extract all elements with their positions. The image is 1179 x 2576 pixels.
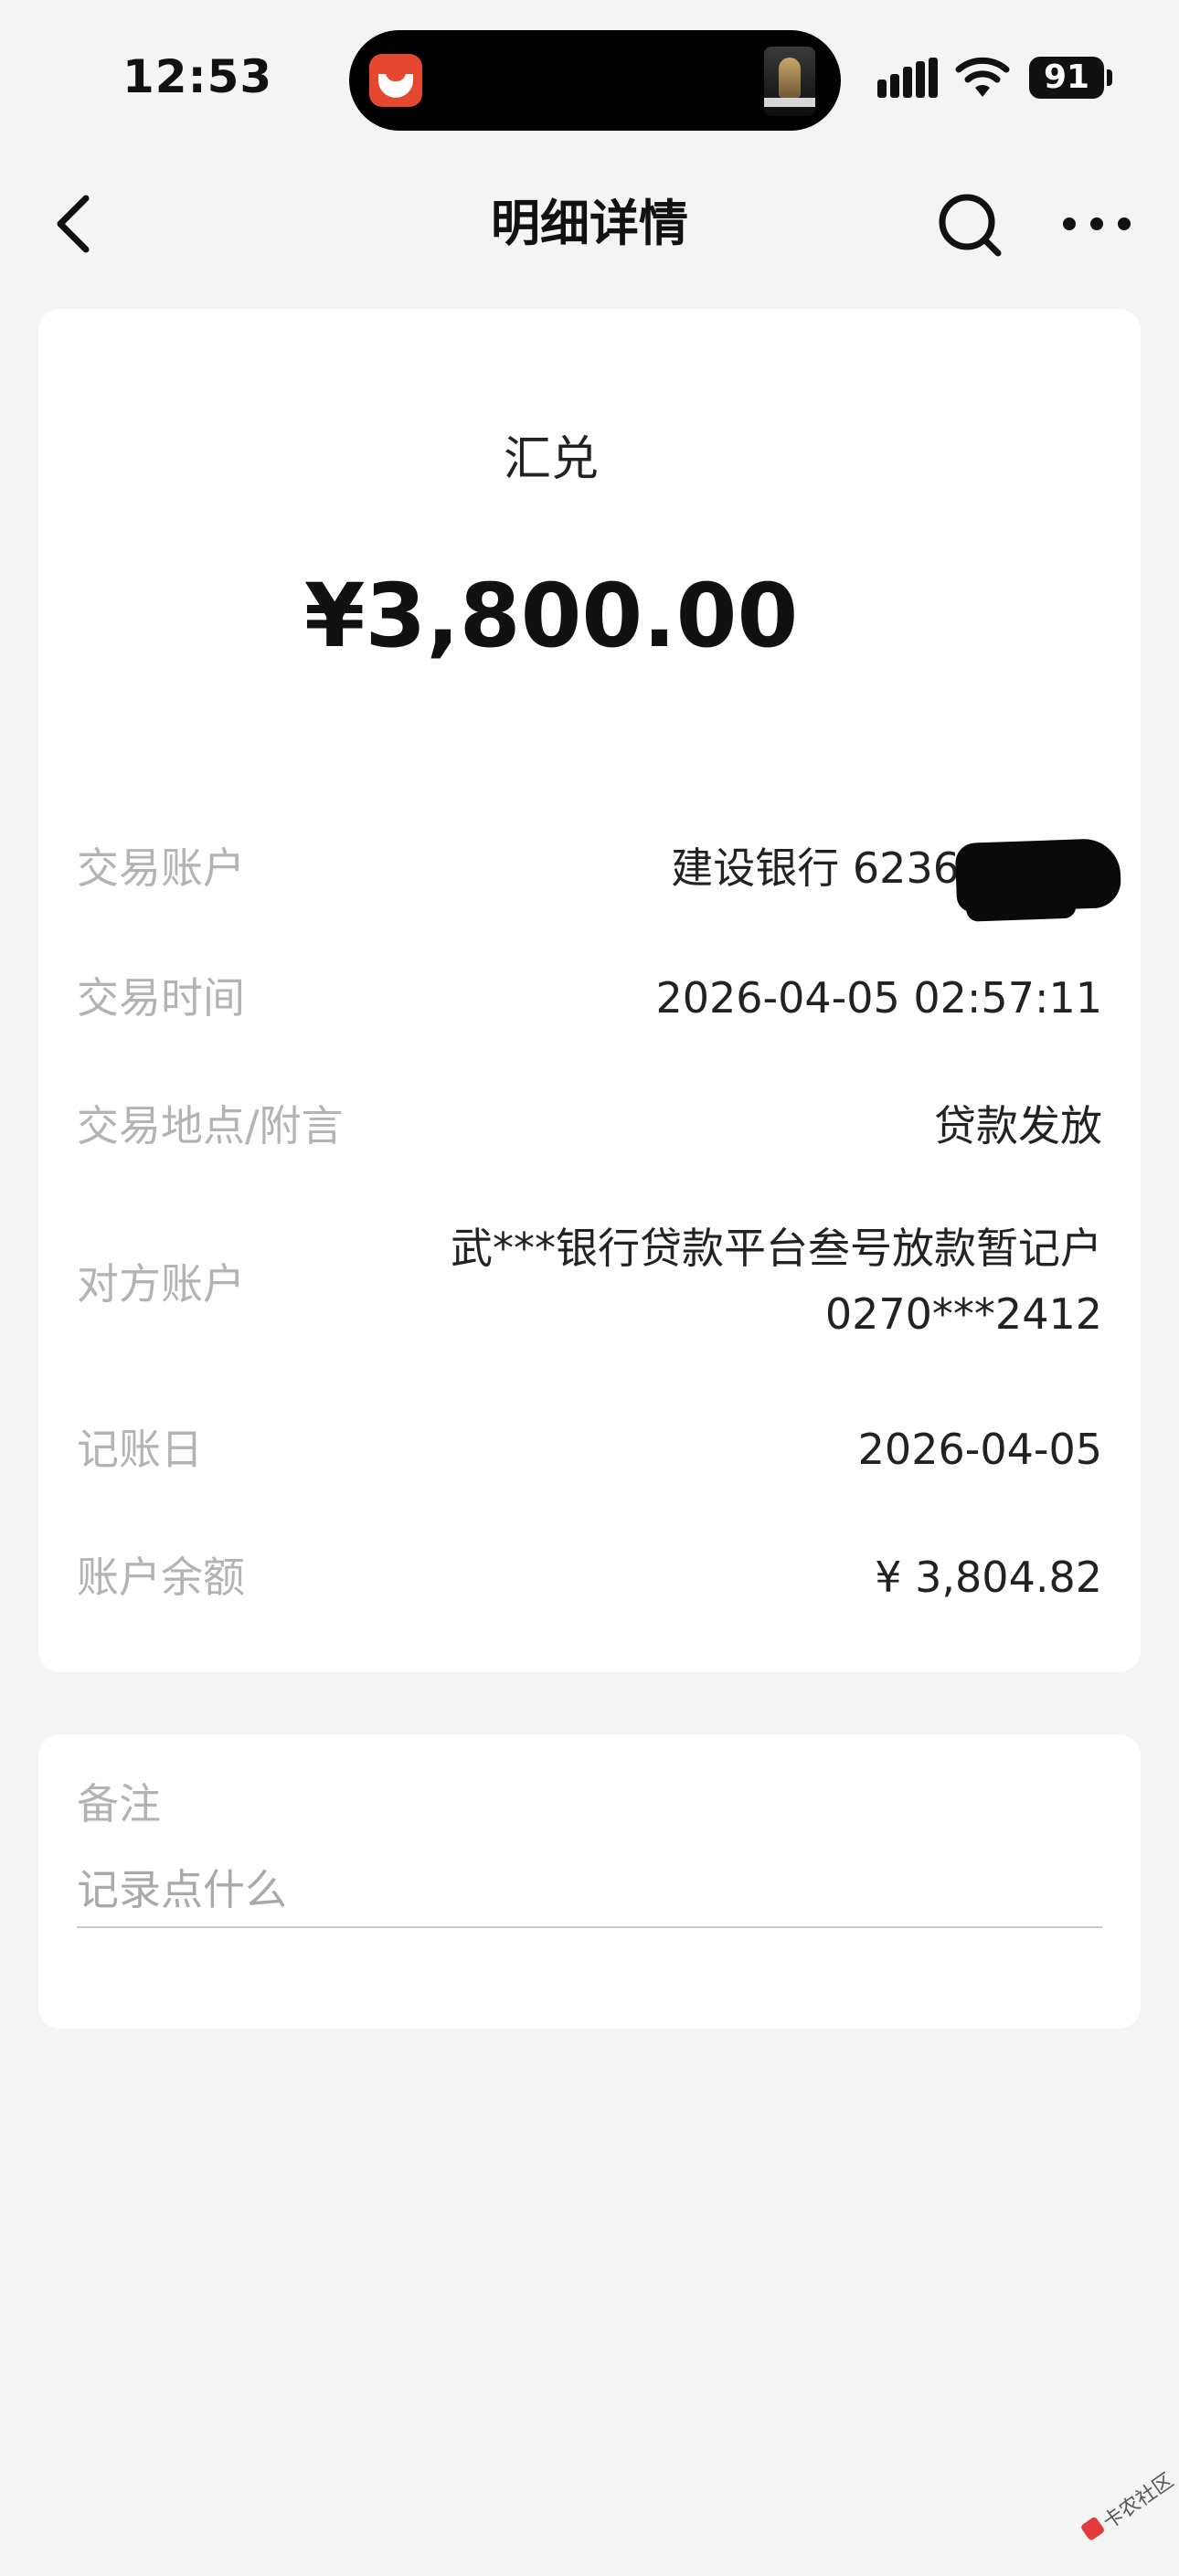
detail-label: 交易地点/附言 (77, 1101, 344, 1150)
detail-row-posting-date: 记账日 2026-04-05 (38, 1413, 1141, 1486)
cellular-signal-icon (877, 58, 940, 98)
detail-value: ¥ 3,804.82 (875, 1553, 1102, 1602)
nav-bar: 明细详情 (0, 169, 1179, 279)
search-icon[interactable] (936, 191, 1005, 260)
detail-label: 交易时间 (77, 973, 245, 1023)
detail-value: 2026-04-05 02:57:11 (655, 973, 1102, 1023)
transaction-type: 汇兑 (503, 432, 599, 487)
detail-label: 账户余额 (77, 1553, 245, 1602)
wifi-icon (955, 57, 1010, 97)
detail-row-balance: 账户余额 ¥ 3,804.82 (38, 1541, 1141, 1614)
note-input[interactable] (77, 1853, 1102, 1928)
detail-value-line1: 武***银行贷款平台叁号放款暂记户 (451, 1224, 1102, 1273)
more-options-icon[interactable] (1060, 206, 1133, 242)
watermark: 卡农社区 (1064, 2446, 1179, 2576)
watermark-text: 卡农社区 (1099, 2469, 1178, 2535)
transaction-amount: ¥3,800.00 (303, 565, 799, 667)
note-label: 备注 (77, 1779, 161, 1829)
detail-label: 对方账户 (77, 1259, 245, 1309)
now-playing-thumbnail[interactable] (764, 47, 815, 116)
detail-label: 记账日 (77, 1425, 203, 1474)
detail-row-location-note: 交易地点/附言 贷款发放 (38, 1089, 1141, 1162)
battery-cap (1107, 69, 1112, 86)
detail-value: 2026-04-05 (857, 1425, 1102, 1474)
redaction-mark (954, 837, 1122, 914)
battery-icon: 91 (1029, 57, 1104, 99)
dynamic-island[interactable] (349, 30, 841, 131)
tomato-app-icon[interactable] (369, 54, 422, 107)
detail-value-line2: 0270***2412 (824, 1289, 1102, 1339)
detail-value: 建设银行 6236** (671, 843, 1002, 893)
detail-row-counterparty: 对方账户 武***银行贷款平台叁号放款暂记户 0270***2412 (38, 1215, 1141, 1352)
status-time: 12:53 (122, 50, 273, 103)
detail-value: 贷款发放 (934, 1101, 1102, 1150)
detail-label: 交易账户 (77, 843, 245, 893)
detail-row-time: 交易时间 2026-04-05 02:57:11 (38, 961, 1141, 1034)
status-bar: 12:53 91 (0, 0, 1179, 155)
note-card: 备注 (38, 1734, 1141, 2029)
